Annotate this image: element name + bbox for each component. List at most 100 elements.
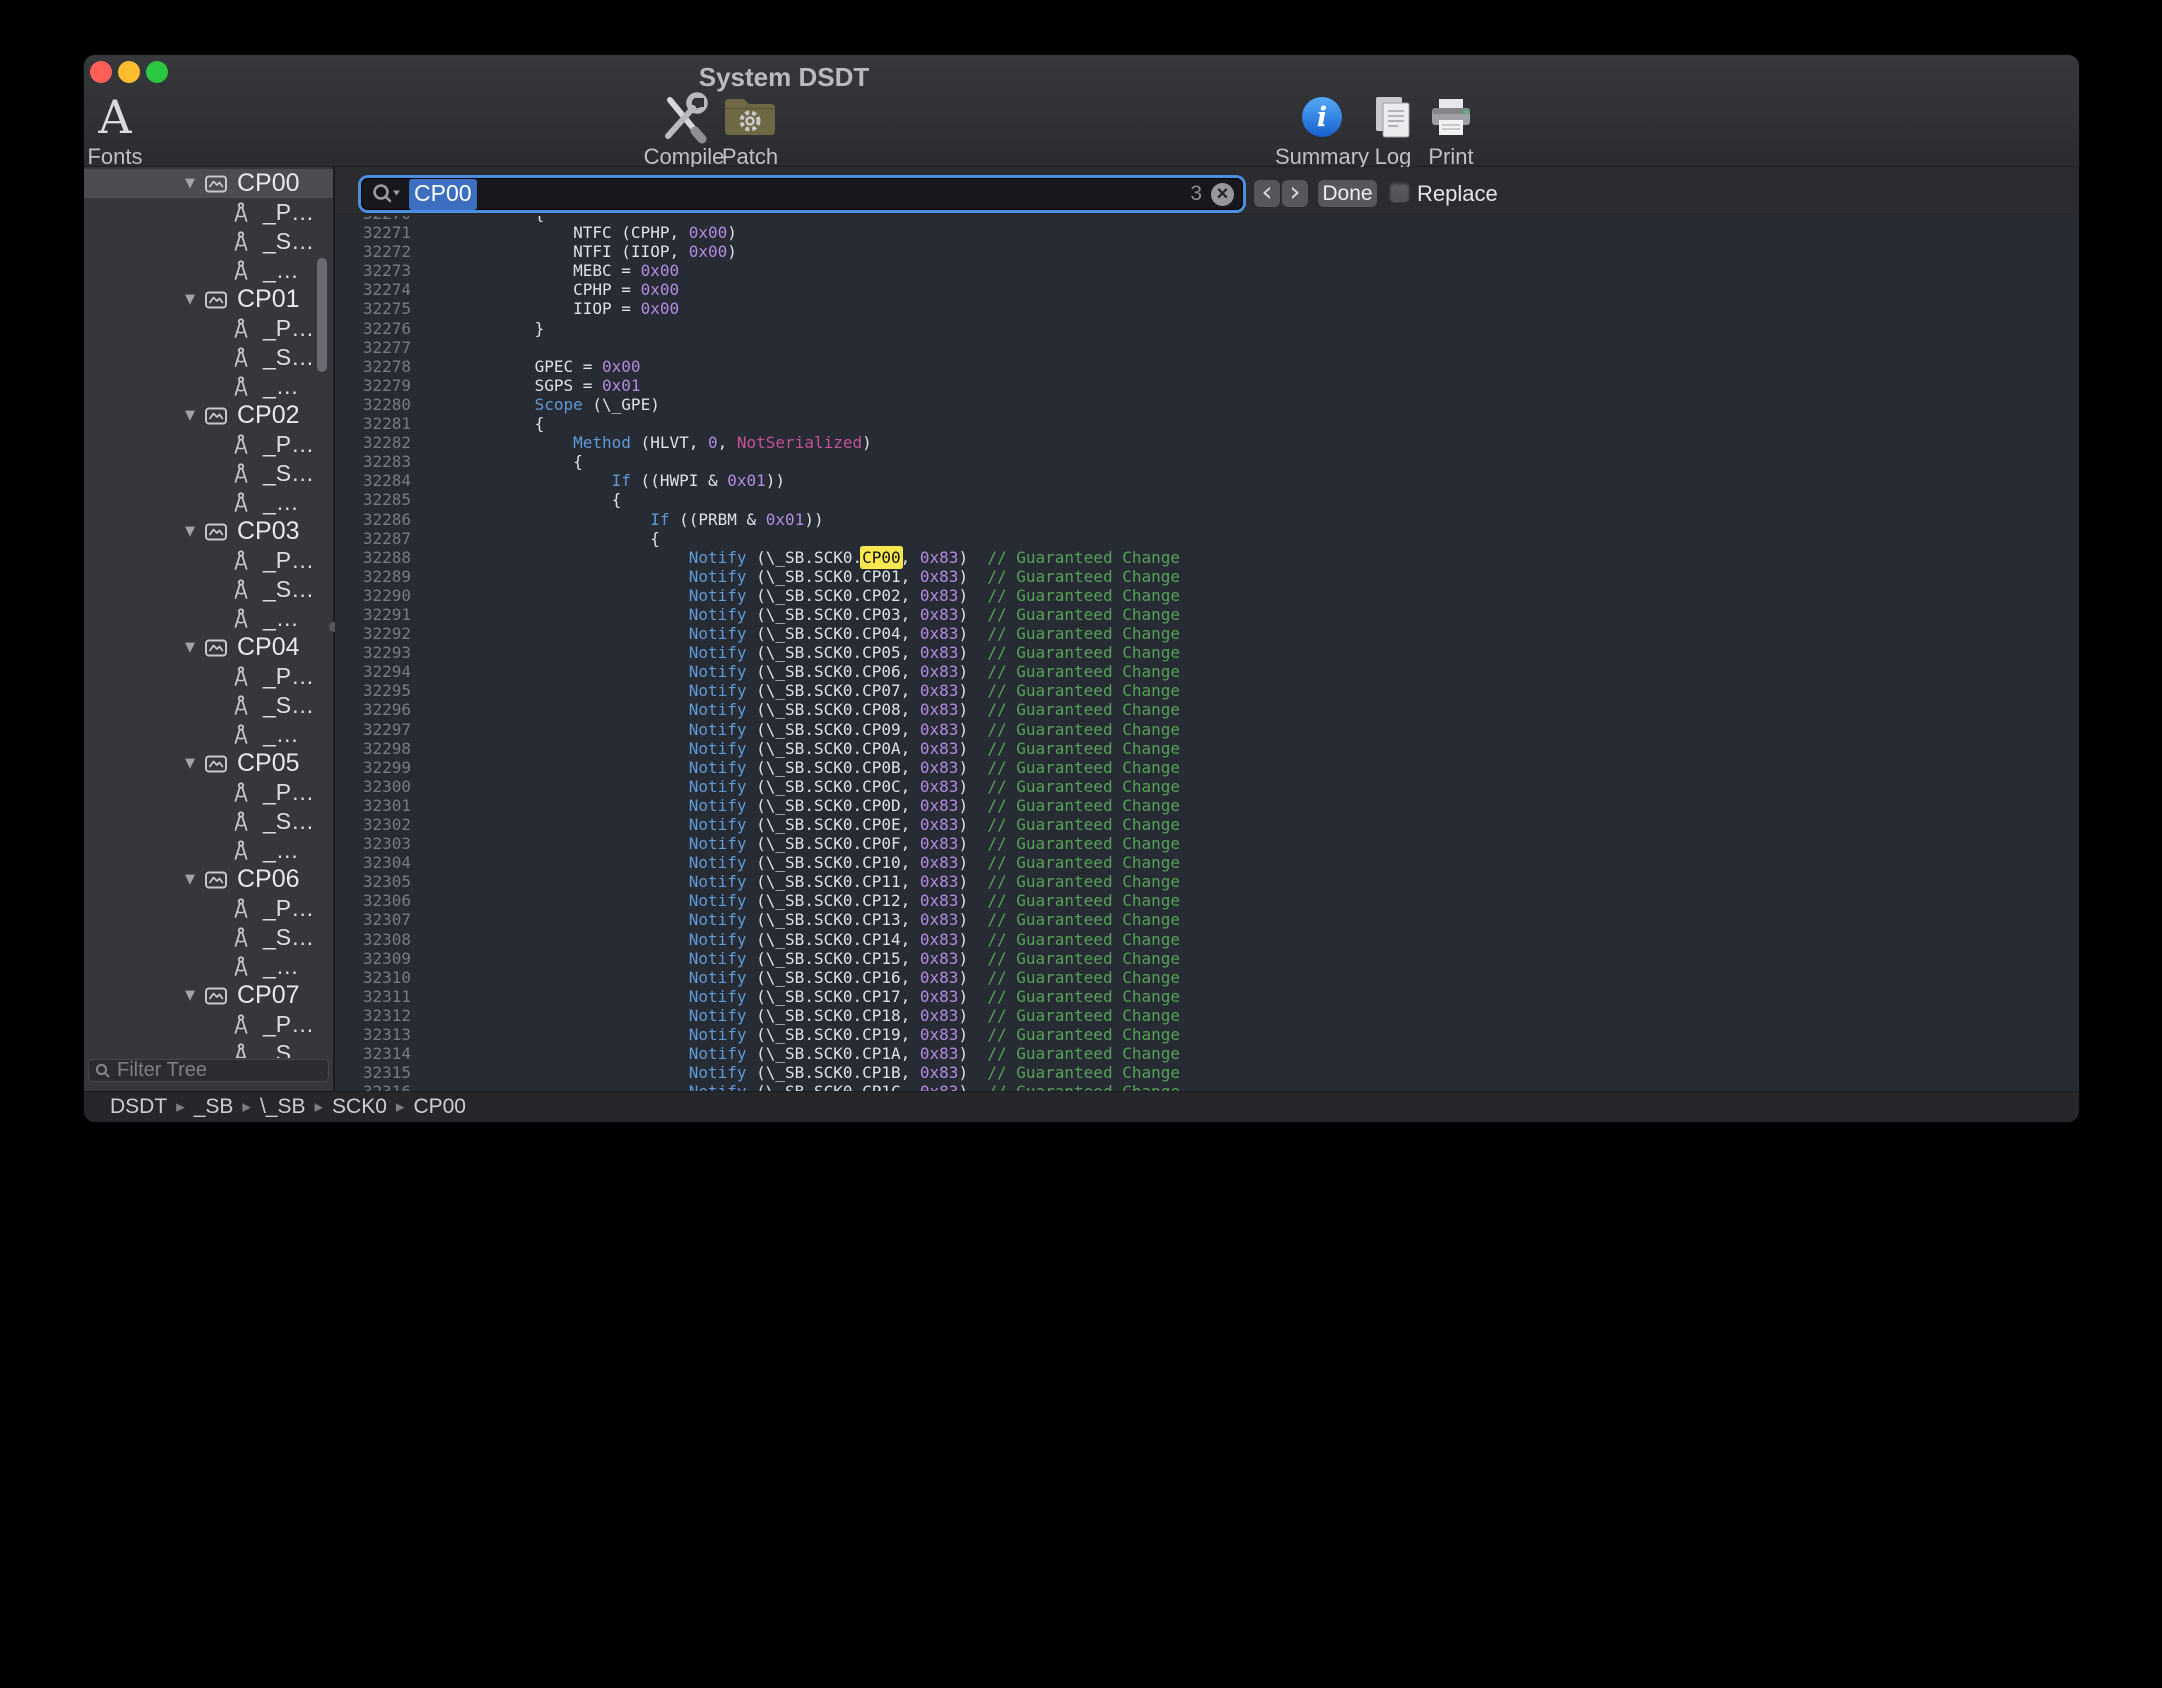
disclosure-triangle-icon[interactable]: ▼ bbox=[181, 292, 199, 307]
tree-item-child[interactable]: _P… bbox=[84, 662, 333, 691]
tree-item-cp01[interactable]: ▼CP01 bbox=[84, 285, 333, 314]
code-text[interactable]: Notify (\_SB.SCK0.CP0A, 0x83) // Guarant… bbox=[419, 739, 1180, 758]
code-text[interactable]: Notify (\_SB.SCK0.CP1B, 0x83) // Guarant… bbox=[419, 1063, 1180, 1082]
code-text[interactable]: Notify (\_SB.SCK0.CP16, 0x83) // Guarant… bbox=[419, 968, 1180, 987]
tree-item-child[interactable]: _… bbox=[84, 372, 333, 401]
tree-item-child[interactable]: _… bbox=[84, 488, 333, 517]
code-text[interactable]: } bbox=[419, 319, 544, 338]
toolbar-item-fonts[interactable]: A Fonts bbox=[84, 91, 163, 170]
code-text[interactable]: Notify (\_SB.SCK0.CP06, 0x83) // Guarant… bbox=[419, 662, 1180, 681]
tree-item-child[interactable]: _P… bbox=[84, 314, 333, 343]
code-text[interactable]: Notify (\_SB.SCK0.CP10, 0x83) // Guarant… bbox=[419, 853, 1180, 872]
code-text[interactable]: Notify (\_SB.SCK0.CP19, 0x83) // Guarant… bbox=[419, 1025, 1180, 1044]
code-text[interactable]: Notify (\_SB.SCK0.CP0D, 0x83) // Guarant… bbox=[419, 796, 1180, 815]
tree-item-child[interactable]: _S… bbox=[84, 227, 333, 256]
code-text[interactable]: { bbox=[419, 490, 621, 509]
tree-item-child[interactable]: _S… bbox=[84, 691, 333, 720]
code-text[interactable]: Notify (\_SB.SCK0.CP02, 0x83) // Guarant… bbox=[419, 586, 1180, 605]
tree-item-child[interactable]: _S… bbox=[84, 923, 333, 952]
tree-item-child[interactable]: _… bbox=[84, 720, 333, 749]
code-text[interactable]: Notify (\_SB.SCK0.CP18, 0x83) // Guarant… bbox=[419, 1006, 1180, 1025]
code-text[interactable]: Scope (\_GPE) bbox=[419, 395, 660, 414]
breadcrumb-item[interactable]: DSDT bbox=[110, 1095, 167, 1119]
code-text[interactable]: CPHP = 0x00 bbox=[419, 280, 679, 299]
code-text[interactable]: { bbox=[419, 414, 544, 433]
disclosure-triangle-icon[interactable]: ▼ bbox=[181, 408, 199, 423]
code-text[interactable]: SGPS = 0x01 bbox=[419, 376, 641, 395]
tree-item-child[interactable]: _P… bbox=[84, 894, 333, 923]
disclosure-triangle-icon[interactable]: ▼ bbox=[181, 988, 199, 1003]
code-text[interactable]: Notify (\_SB.SCK0.CP0E, 0x83) // Guarant… bbox=[419, 815, 1180, 834]
find-next-button[interactable]: › bbox=[1282, 180, 1308, 207]
breadcrumb-item[interactable]: SCK0 bbox=[332, 1095, 387, 1119]
code-text[interactable]: IIOP = 0x00 bbox=[419, 299, 679, 318]
minimize-button[interactable] bbox=[118, 61, 140, 83]
breadcrumb-item[interactable]: _SB bbox=[194, 1095, 234, 1119]
sidebar-scrollbar[interactable] bbox=[317, 258, 327, 372]
code-text[interactable]: Notify (\_SB.SCK0.CP13, 0x83) // Guarant… bbox=[419, 910, 1180, 929]
code-text[interactable]: { bbox=[419, 216, 544, 223]
tree-item-child[interactable]: _S… bbox=[84, 1039, 333, 1058]
code-text[interactable]: { bbox=[419, 452, 583, 471]
code-text[interactable]: NTFC (CPHP, 0x00) bbox=[419, 223, 737, 242]
code-text[interactable]: Notify (\_SB.SCK0.CP05, 0x83) // Guarant… bbox=[419, 643, 1180, 662]
find-input[interactable]: CP00 3 × bbox=[361, 178, 1243, 210]
tree-item-child[interactable]: _… bbox=[84, 952, 333, 981]
code-text[interactable]: NTFI (IIOP, 0x00) bbox=[419, 242, 737, 261]
tree-item-child[interactable]: _P… bbox=[84, 1010, 333, 1039]
code-text[interactable]: Notify (\_SB.SCK0.CP1A, 0x83) // Guarant… bbox=[419, 1044, 1180, 1063]
replace-checkbox[interactable] bbox=[1390, 183, 1409, 202]
code-text[interactable]: Notify (\_SB.SCK0.CP0F, 0x83) // Guarant… bbox=[419, 834, 1180, 853]
disclosure-triangle-icon[interactable]: ▼ bbox=[181, 872, 199, 887]
close-button[interactable] bbox=[90, 61, 112, 83]
code-text[interactable]: Notify (\_SB.SCK0.CP04, 0x83) // Guarant… bbox=[419, 624, 1180, 643]
tree-item-cp06[interactable]: ▼CP06 bbox=[84, 865, 333, 894]
code-text[interactable]: GPEC = 0x00 bbox=[419, 357, 641, 376]
code-text[interactable]: Notify (\_SB.SCK0.CP1C, 0x83) // Guarant… bbox=[419, 1082, 1180, 1091]
tree-item-cp05[interactable]: ▼CP05 bbox=[84, 749, 333, 778]
tree-item-child[interactable]: _P… bbox=[84, 198, 333, 227]
code-text[interactable]: Notify (\_SB.SCK0.CP12, 0x83) // Guarant… bbox=[419, 891, 1180, 910]
filter-tree-input[interactable]: Filter Tree bbox=[88, 1059, 329, 1082]
tree-item-child[interactable]: _… bbox=[84, 604, 333, 633]
tree-item-cp07[interactable]: ▼CP07 bbox=[84, 981, 333, 1010]
code-text[interactable]: Notify (\_SB.SCK0.CP03, 0x83) // Guarant… bbox=[419, 605, 1180, 624]
tree-item-child[interactable]: _P… bbox=[84, 430, 333, 459]
tree-item-child[interactable]: _S… bbox=[84, 807, 333, 836]
code-text[interactable]: Notify (\_SB.SCK0.CP01, 0x83) // Guarant… bbox=[419, 567, 1180, 586]
tree-item-child[interactable]: _S… bbox=[84, 343, 333, 372]
code-text[interactable]: Notify (\_SB.SCK0.CP09, 0x83) // Guarant… bbox=[419, 720, 1180, 739]
done-button[interactable]: Done bbox=[1318, 180, 1377, 207]
tree-item-child[interactable]: _P… bbox=[84, 546, 333, 575]
code-text[interactable]: MEBC = 0x00 bbox=[419, 261, 679, 280]
code-text[interactable]: Notify (\_SB.SCK0.CP17, 0x83) // Guarant… bbox=[419, 987, 1180, 1006]
tree-item-child[interactable]: _P… bbox=[84, 778, 333, 807]
tree-item-child[interactable]: _S… bbox=[84, 575, 333, 604]
find-previous-button[interactable]: ‹ bbox=[1254, 180, 1280, 207]
code-text[interactable]: Notify (\_SB.SCK0.CP07, 0x83) // Guarant… bbox=[419, 681, 1180, 700]
code-text[interactable]: If ((PRBM & 0x01)) bbox=[419, 510, 824, 529]
breadcrumb-item[interactable]: CP00 bbox=[413, 1095, 466, 1119]
code-text[interactable]: { bbox=[419, 529, 660, 548]
code-text[interactable]: Notify (\_SB.SCK0.CP0C, 0x83) // Guarant… bbox=[419, 777, 1180, 796]
tree-item-cp04[interactable]: ▼CP04 bbox=[84, 633, 333, 662]
code-editor[interactable]: 32270 {32271 NTFC (CPHP, 0x00)32272 NTFI… bbox=[335, 216, 2079, 1091]
toolbar-item-print[interactable]: Print bbox=[1403, 91, 1499, 170]
code-text[interactable]: Notify (\_SB.SCK0.CP11, 0x83) // Guarant… bbox=[419, 872, 1180, 891]
code-text[interactable]: Notify (\_SB.SCK0.CP0B, 0x83) // Guarant… bbox=[419, 758, 1180, 777]
disclosure-triangle-icon[interactable]: ▼ bbox=[181, 524, 199, 539]
disclosure-triangle-icon[interactable]: ▼ bbox=[181, 176, 199, 191]
tree-item-child[interactable]: _S… bbox=[84, 459, 333, 488]
tree-item-cp03[interactable]: ▼CP03 bbox=[84, 517, 333, 546]
code-text[interactable]: Notify (\_SB.SCK0.CP00, 0x83) // Guarant… bbox=[419, 548, 1180, 567]
tree-item-cp02[interactable]: ▼CP02 bbox=[84, 401, 333, 430]
zoom-button[interactable] bbox=[146, 61, 168, 83]
tree-item-child[interactable]: _… bbox=[84, 256, 333, 285]
code-text[interactable]: Notify (\_SB.SCK0.CP15, 0x83) // Guarant… bbox=[419, 949, 1180, 968]
code-text[interactable]: Method (HLVT, 0, NotSerialized) bbox=[419, 433, 872, 452]
search-menu-icon[interactable] bbox=[370, 182, 402, 206]
acpi-tree[interactable]: ▼CP00_P…_S…_…▼CP01_P…_S…_…▼CP02_P…_S…_…▼… bbox=[84, 169, 333, 1058]
disclosure-triangle-icon[interactable]: ▼ bbox=[181, 756, 199, 771]
tree-item-child[interactable]: _… bbox=[84, 836, 333, 865]
breadcrumb-item[interactable]: \_SB bbox=[260, 1095, 306, 1119]
